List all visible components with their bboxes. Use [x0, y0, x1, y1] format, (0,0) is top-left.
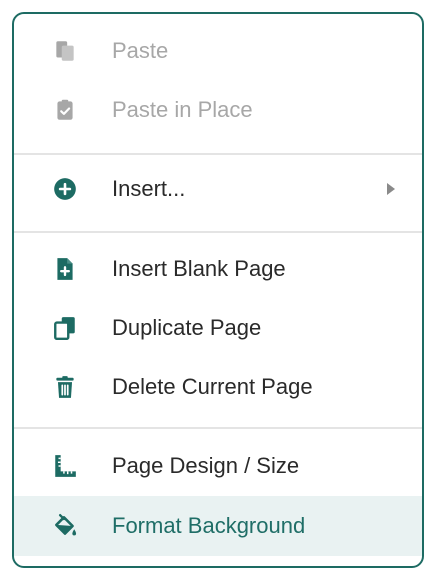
plus-circle-icon	[52, 176, 78, 202]
menu-item-label: Page Design / Size	[112, 453, 300, 478]
menu-divider	[14, 153, 422, 155]
menu-item-label: Insert Blank Page	[112, 256, 286, 281]
menu-item-format-background[interactable]: Format Background	[14, 496, 422, 556]
menu-item-label: Format Background	[112, 513, 306, 538]
duplicate-icon	[52, 315, 78, 341]
menu-item-label: Paste in Place	[112, 97, 253, 122]
chevron-right-icon	[386, 182, 396, 196]
menu-item-delete-current-page[interactable]: Delete Current Page	[14, 358, 422, 416]
paint-bucket-icon	[52, 513, 78, 539]
menu-item-insert[interactable]: Insert...	[14, 160, 422, 218]
menu-item-label: Delete Current Page	[112, 374, 313, 399]
menu-item-paste[interactable]: Paste	[14, 22, 422, 80]
trash-icon	[52, 374, 78, 400]
menu-item-paste-in-place[interactable]: Paste in Place	[14, 81, 422, 139]
paste-in-place-icon	[52, 97, 78, 123]
menu-item-duplicate-page[interactable]: Duplicate Page	[14, 299, 422, 357]
add-page-icon	[52, 256, 78, 282]
menu-item-label: Insert...	[112, 176, 186, 201]
menu-item-label: Paste	[112, 38, 169, 63]
menu-item-page-design-size[interactable]: Page Design / Size	[14, 437, 422, 495]
menu-divider	[14, 231, 422, 233]
ruler-icon	[52, 453, 78, 479]
menu-item-label: Duplicate Page	[112, 315, 262, 340]
menu-item-insert-blank-page[interactable]: Insert Blank Page	[14, 240, 422, 298]
menu-divider	[14, 427, 422, 429]
paste-icon	[52, 38, 78, 64]
context-menu: Paste Paste in Place Insert... Insert Bl…	[12, 12, 424, 568]
